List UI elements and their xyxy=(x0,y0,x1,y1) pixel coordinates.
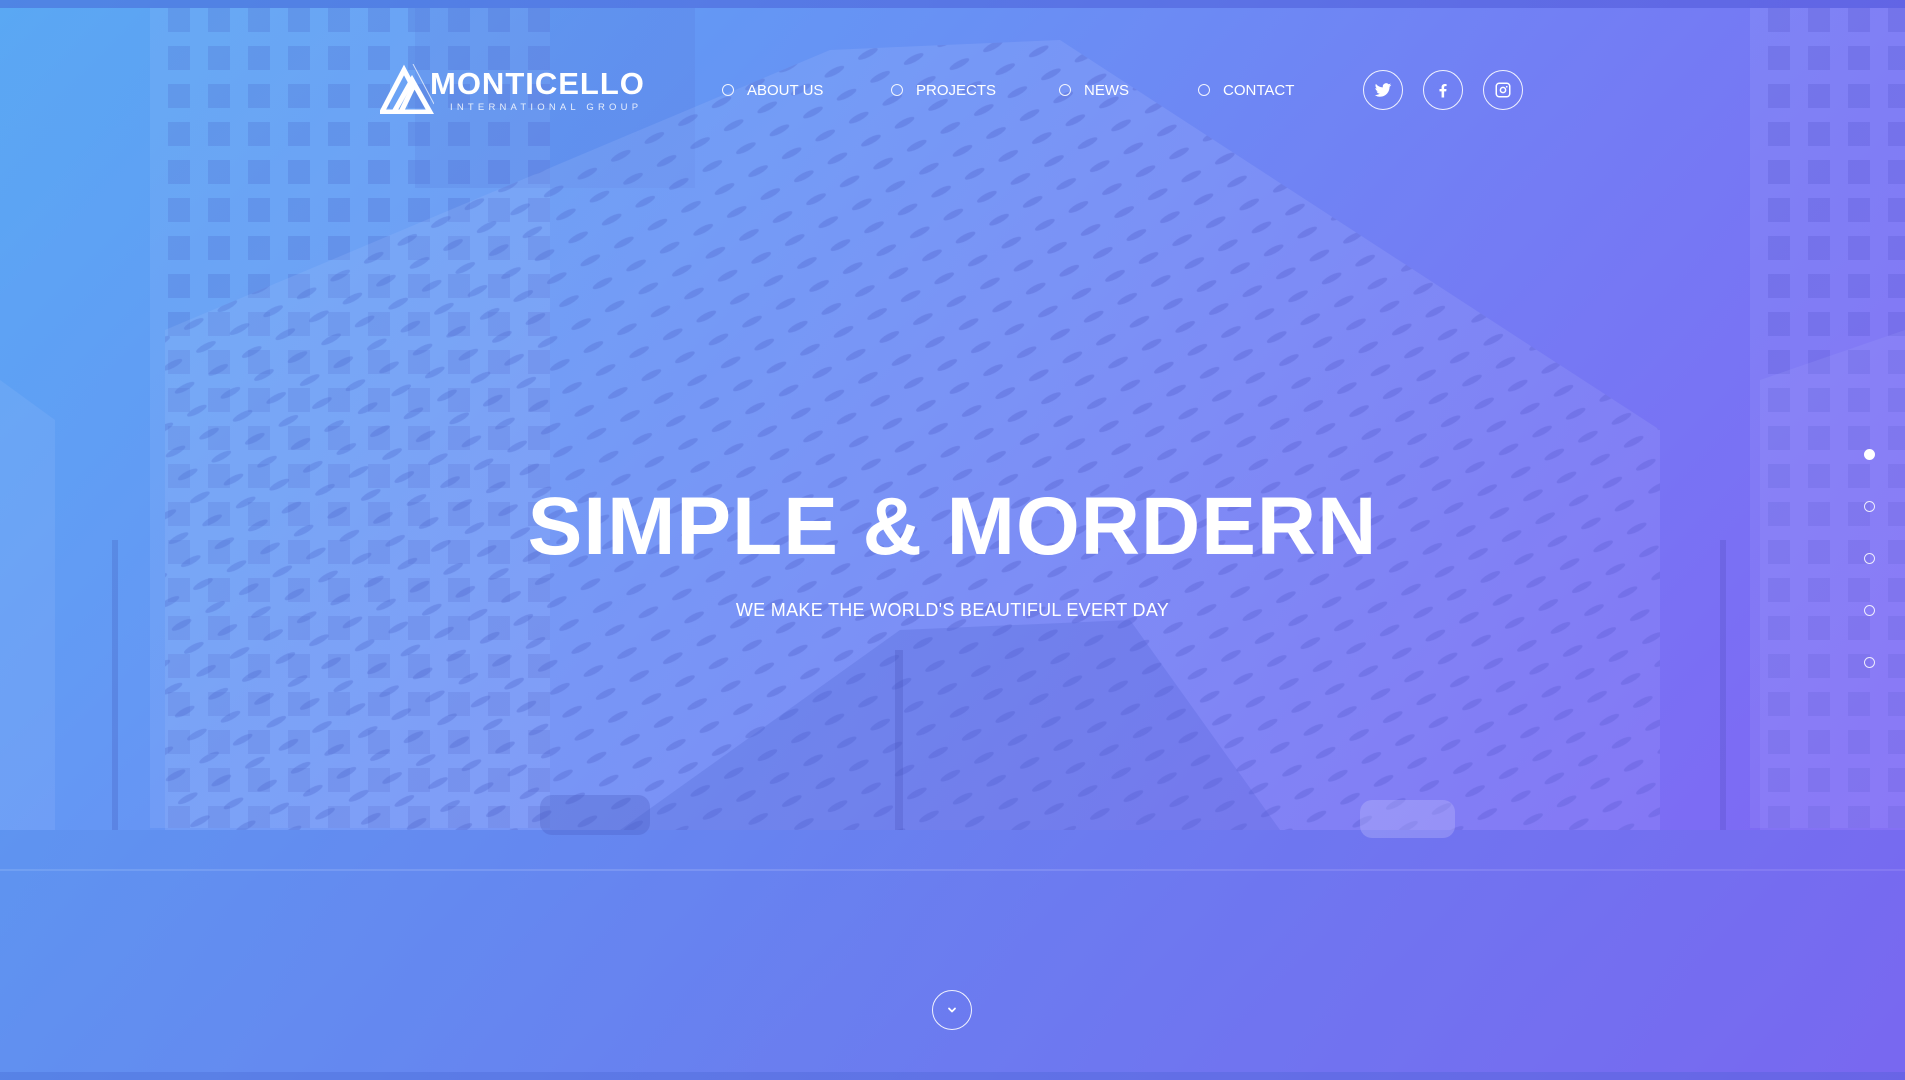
instagram-icon xyxy=(1495,82,1511,98)
nav-item-news[interactable]: NEWS xyxy=(1059,78,1129,102)
scroll-down-button[interactable] xyxy=(932,990,972,1030)
nav-bullet-icon xyxy=(722,84,734,96)
twitter-icon xyxy=(1374,83,1392,97)
hero-section: MONTICELLO INTERNATIONAL GROUP ABOUT US … xyxy=(0,0,1905,1080)
nav-item-projects[interactable]: PROJECTS xyxy=(891,78,996,102)
nav-bullet-icon xyxy=(1198,84,1210,96)
brand-name: MONTICELLO xyxy=(430,66,645,101)
chevron-down-icon xyxy=(948,1007,956,1013)
nav-item-label: NEWS xyxy=(1084,81,1129,99)
facebook-button[interactable] xyxy=(1423,70,1463,110)
facebook-icon xyxy=(1439,84,1447,98)
logo-triangle-icon xyxy=(380,64,434,114)
site-header: MONTICELLO INTERNATIONAL GROUP ABOUT US … xyxy=(0,0,1905,180)
nav-item-contact[interactable]: CONTACT xyxy=(1198,78,1294,102)
slide-dot-3[interactable] xyxy=(1864,553,1875,564)
slide-dot-4[interactable] xyxy=(1864,605,1875,616)
nav-bullet-icon xyxy=(1059,84,1071,96)
instagram-button[interactable] xyxy=(1483,70,1523,110)
nav-bullet-icon xyxy=(891,84,903,96)
slide-dot-1[interactable] xyxy=(1864,449,1875,460)
nav-item-label: ABOUT US xyxy=(747,81,824,99)
hero-title: SIMPLE & MORDERN xyxy=(527,481,1378,572)
nav-item-label: CONTACT xyxy=(1223,81,1295,99)
slide-dot-2[interactable] xyxy=(1864,501,1875,512)
nav-item-label: PROJECTS xyxy=(916,81,997,99)
site-logo[interactable]: MONTICELLO INTERNATIONAL GROUP xyxy=(380,62,644,118)
twitter-button[interactable] xyxy=(1363,70,1403,110)
nav-item-about-us[interactable]: ABOUT US xyxy=(722,78,823,102)
bottom-edge-strip xyxy=(0,1072,1905,1080)
slide-dot-5[interactable] xyxy=(1864,657,1875,668)
hero-subtitle: WE MAKE THE WORLD'S BEAUTIFUL EVERT DAY xyxy=(735,600,1170,620)
brand-tagline: INTERNATIONAL GROUP xyxy=(450,102,643,113)
